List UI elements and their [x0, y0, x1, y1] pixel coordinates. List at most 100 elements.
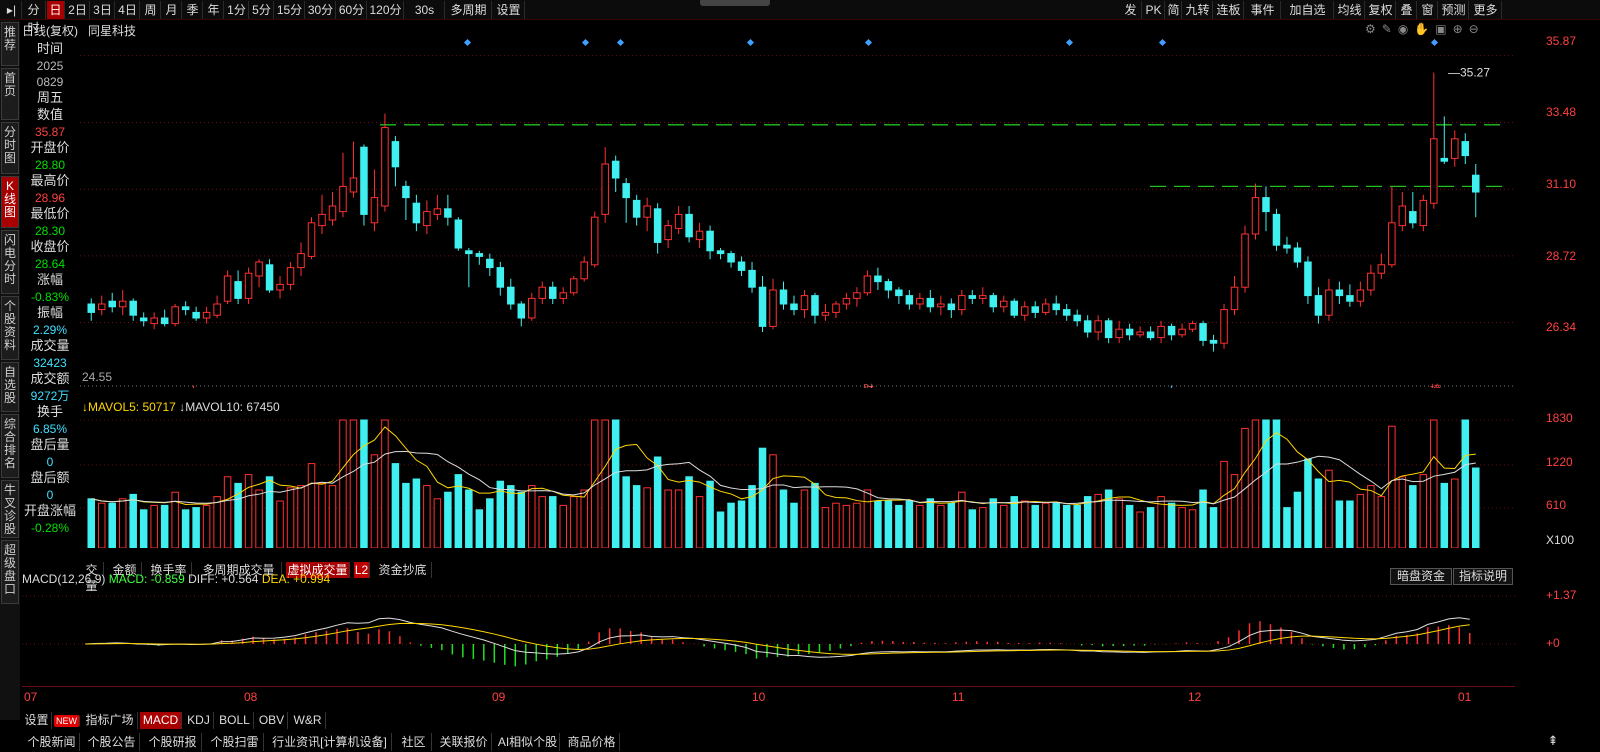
zoom-out-icon[interactable]: ⊖ — [1469, 22, 1485, 36]
drag-handle[interactable] — [700, 0, 770, 6]
chart-mode[interactable]: 日线(复权) — [22, 22, 78, 39]
period-tab-13[interactable]: 60分 — [337, 1, 367, 19]
leftnav-item-1[interactable]: 首页 — [1, 68, 19, 120]
indicator-help-button[interactable]: 指标说明 — [1453, 568, 1513, 585]
period-tab-9[interactable]: 1分 — [225, 1, 249, 19]
period-tab-12[interactable]: 30分 — [306, 1, 336, 19]
candle — [580, 261, 588, 280]
zoom-in-icon[interactable]: ⊕ — [1453, 22, 1469, 36]
news-tab-7[interactable]: AI相似个股 — [496, 733, 560, 751]
info-after-amt-label: 盘后额 — [30, 470, 70, 485]
event-marker[interactable] — [746, 38, 755, 47]
event-tag[interactable]: L — [192, 384, 198, 388]
function-tab-2[interactable]: 简 — [1166, 1, 1182, 19]
candle — [559, 292, 567, 299]
indicator-tab-0[interactable]: 设置 — [22, 712, 52, 729]
news-tab-8[interactable]: 商品价格 — [564, 733, 620, 751]
function-tab-4[interactable]: 连板 — [1214, 1, 1244, 19]
indicator-tab-7[interactable]: W&R — [290, 712, 326, 729]
volume-bar — [1020, 500, 1029, 548]
period-tab-1[interactable]: 日 — [47, 1, 65, 19]
volume-bar — [1000, 504, 1008, 548]
dark-fund-button[interactable]: 暗盘资金 — [1390, 568, 1452, 585]
volume-subtab-5[interactable]: L2 — [354, 562, 370, 578]
news-tab-1[interactable]: 个股公告 — [84, 733, 140, 751]
macd-tick: +1.37 — [1546, 588, 1577, 602]
event-marker[interactable] — [463, 38, 472, 47]
function-tab-6[interactable]: 加自选 — [1282, 1, 1334, 19]
indicator-tab-1[interactable]: NEW — [54, 715, 80, 727]
settings-icon[interactable]: ⚙ — [1365, 22, 1382, 36]
volume-subtab-6[interactable]: 资金抄底 — [374, 562, 432, 578]
period-tab-10[interactable]: 5分 — [250, 1, 274, 19]
function-tab-1[interactable]: PK — [1143, 1, 1165, 19]
function-tab-12[interactable]: 更多 — [1470, 1, 1502, 19]
news-tab-2[interactable]: 个股研报 — [144, 733, 202, 751]
period-tab-7[interactable]: 季 — [183, 1, 203, 19]
function-tab-3[interactable]: 九转 — [1183, 1, 1213, 19]
indicator-tab-5[interactable]: BOLL — [216, 712, 254, 729]
leftnav-item-4[interactable]: 闪电分时 — [1, 230, 19, 294]
leftnav-item-2[interactable]: 分时图 — [1, 122, 19, 174]
event-marker[interactable] — [1065, 38, 1074, 47]
news-tab-4[interactable]: 行业资讯[计算机设备] — [268, 733, 392, 751]
event-marker[interactable] — [581, 38, 590, 47]
leftnav-item-9[interactable]: 超级盘口 — [1, 540, 19, 604]
event-marker[interactable] — [864, 38, 873, 47]
volume-bar — [150, 504, 158, 548]
leftnav-item-3[interactable]: K线图 — [1, 176, 19, 228]
volume-bar — [895, 504, 903, 548]
indicator-tab-4[interactable]: KDJ — [184, 712, 214, 729]
period-tab-8[interactable]: 年 — [204, 1, 224, 19]
period-tab-14[interactable]: 120分 — [368, 1, 404, 19]
collapse-up-icon[interactable]: ⇞ — [1538, 733, 1568, 751]
macd-chart[interactable] — [22, 586, 1515, 686]
function-tab-10[interactable]: 窗 — [1418, 1, 1438, 19]
indicator-tab-6[interactable]: OBV — [256, 712, 288, 729]
function-tab-8[interactable]: 复权 — [1366, 1, 1396, 19]
volume-bar — [947, 502, 956, 548]
window-icon[interactable]: ▣ — [1435, 22, 1452, 36]
period-tab-11[interactable]: 15分 — [275, 1, 305, 19]
leftnav-item-5[interactable]: 个股资料 — [1, 296, 19, 360]
period-tab-2[interactable]: 2日 — [66, 1, 90, 19]
pen-icon[interactable]: ✎ — [1382, 22, 1398, 36]
function-tab-5[interactable]: 事件 — [1245, 1, 1281, 19]
news-tab-0[interactable]: 个股新闻 — [24, 733, 80, 751]
indicator-tab-2[interactable]: 指标广场 — [82, 712, 138, 729]
leftnav-item-0[interactable]: 推荐 — [1, 22, 19, 66]
leftnav-item-7[interactable]: 综合排名 — [1, 414, 19, 478]
event-tag[interactable]: 财 — [863, 382, 874, 388]
news-tab-6[interactable]: 关联报价 — [436, 733, 492, 751]
news-tab-3[interactable]: 个股扫雷 — [206, 733, 264, 751]
kline-chart[interactable]: —35.27 24.55 L 财 L 榜 — [80, 38, 1515, 388]
period-tab-4[interactable]: 4日 — [116, 1, 140, 19]
info-turnover-label: 换手 — [36, 404, 63, 419]
eye-icon[interactable]: ◉ — [1398, 22, 1414, 36]
period-tab-0[interactable]: 分时 — [22, 1, 46, 35]
event-marker[interactable] — [1430, 38, 1439, 47]
event-marker[interactable] — [616, 38, 625, 47]
period-tab-17[interactable]: 设置 — [493, 1, 525, 19]
period-tab-3[interactable]: 3日 — [91, 1, 115, 19]
period-tab-5[interactable]: 周 — [141, 1, 161, 19]
volume-chart[interactable] — [80, 410, 1515, 548]
event-tag[interactable]: 榜 — [1430, 382, 1441, 388]
volume-bar — [874, 500, 882, 548]
hand-icon[interactable]: ✋ — [1414, 22, 1435, 36]
function-tab-11[interactable]: 预测 — [1439, 1, 1469, 19]
candle — [307, 222, 316, 257]
leftnav-item-6[interactable]: 自选股 — [1, 362, 19, 412]
period-tab-15[interactable]: 30s — [405, 1, 445, 19]
news-tab-5[interactable]: 社区 — [396, 733, 432, 751]
function-tab-7[interactable]: 均线 — [1335, 1, 1365, 19]
event-tag[interactable]: L — [1170, 384, 1176, 388]
leftnav-item-8[interactable]: 牛叉诊股 — [1, 480, 19, 538]
period-tab-16[interactable]: 多周期 — [446, 1, 492, 19]
period-tab-6[interactable]: 月 — [162, 1, 182, 19]
indicator-tab-3[interactable]: MACD — [140, 712, 182, 729]
function-tab-0[interactable]: 发 — [1120, 1, 1142, 19]
event-marker[interactable] — [1158, 38, 1167, 47]
function-tab-9[interactable]: 叠 — [1397, 1, 1417, 19]
collapse-icon[interactable]: ▸| — [2, 1, 22, 19]
